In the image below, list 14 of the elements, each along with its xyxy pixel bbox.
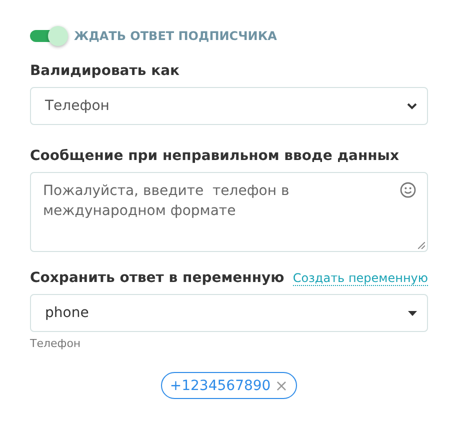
field-label: Сохранить ответ в переменную xyxy=(30,270,284,286)
chevron-down-icon xyxy=(407,102,417,110)
toggle-label: ЖДАТЬ ОТВЕТ ПОДПИСЧИКА xyxy=(74,29,277,43)
hint-text: Телефон xyxy=(30,337,82,350)
create-variable-link[interactable]: Создать переменную xyxy=(292,270,428,286)
caret-down-icon xyxy=(408,310,417,316)
message-textarea[interactable]: Пожалуйста, введите телефон в международном формате xyxy=(30,172,428,252)
resize-handle-icon[interactable] xyxy=(418,242,425,249)
variable-select[interactable]: phone xyxy=(30,294,428,332)
validate-select[interactable]: Телефон xyxy=(30,87,428,125)
field-label: Сообщение при неправильном вводе данных xyxy=(30,148,400,164)
tag-label: +1234567890 xyxy=(170,378,271,394)
field-label: Валидировать как xyxy=(30,63,181,79)
smiley-icon[interactable] xyxy=(400,182,416,198)
